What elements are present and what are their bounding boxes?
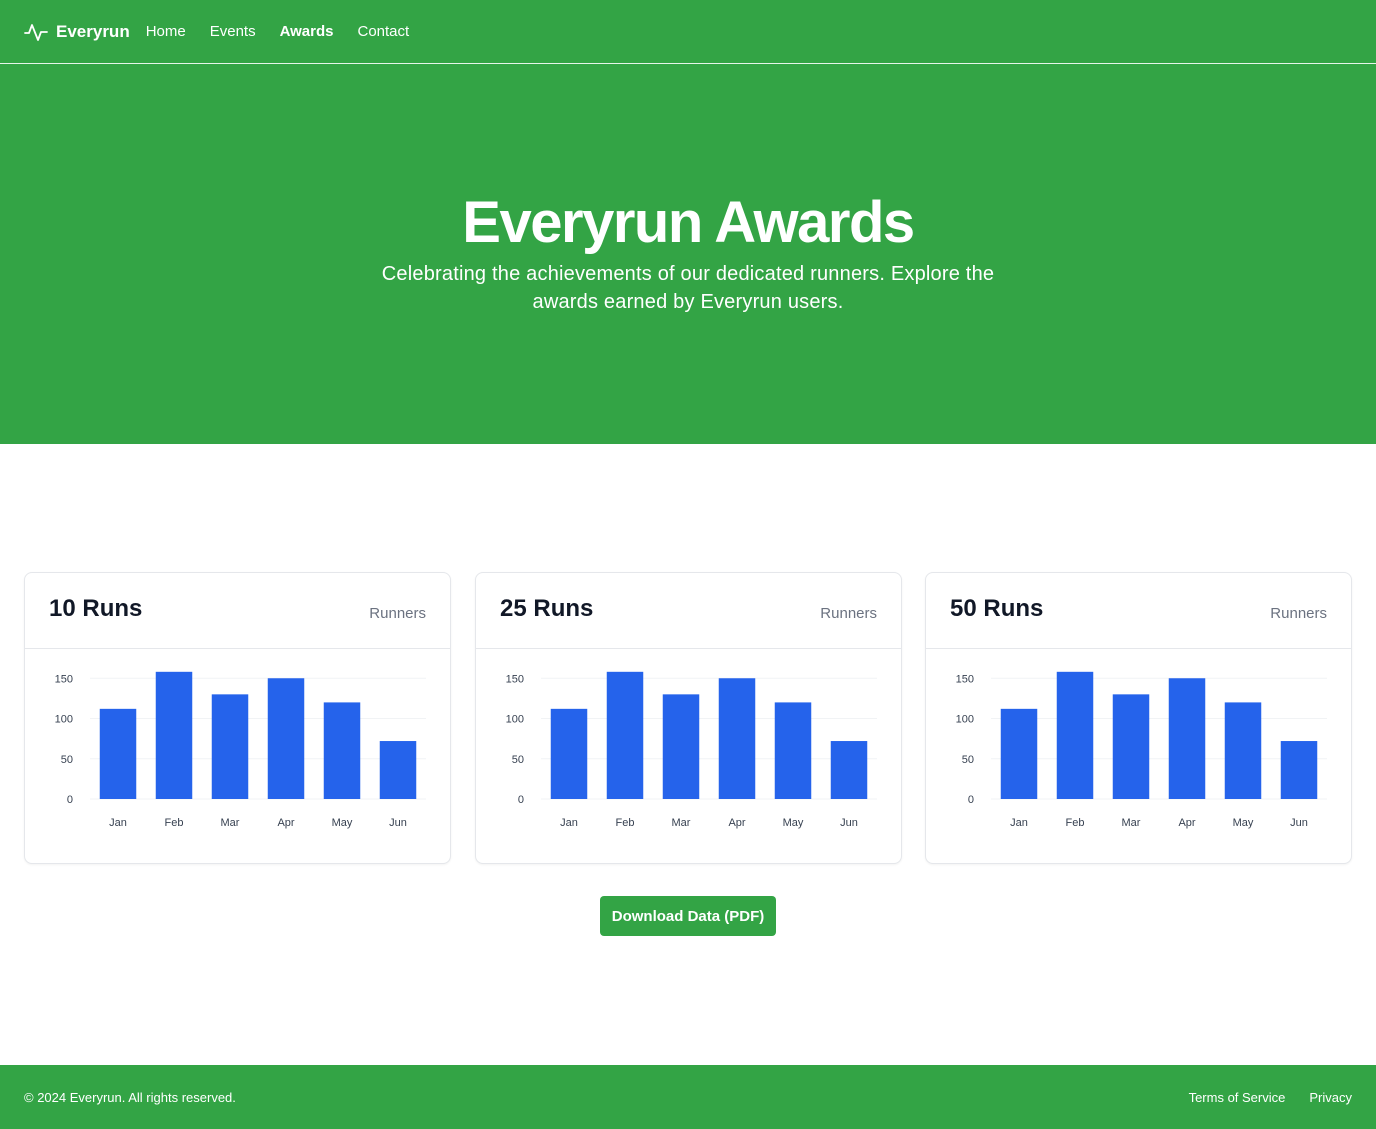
top-navigation: Everyrun Home Events Awards Contact bbox=[0, 0, 1376, 64]
x-tick-label: Jan bbox=[1010, 817, 1028, 829]
x-tick-label: Feb bbox=[165, 817, 184, 829]
x-tick-label: Jan bbox=[560, 817, 578, 829]
x-tick-label: Jun bbox=[840, 817, 858, 829]
award-card-50-runs: 50 Runs Runners 0 50 100 150 Jan Feb Mar Apr May… bbox=[925, 572, 1352, 864]
page-title: Everyrun Awards bbox=[462, 190, 915, 255]
card-header: 50 Runs Runners bbox=[926, 573, 1351, 649]
y-tick-label: 50 bbox=[61, 754, 73, 766]
y-tick-label: 100 bbox=[506, 714, 524, 726]
activity-icon bbox=[24, 23, 48, 41]
y-tick-label: 100 bbox=[55, 714, 73, 726]
card-header: 25 Runs Runners bbox=[476, 573, 901, 649]
y-tick-label: 150 bbox=[956, 673, 974, 685]
bar bbox=[211, 694, 249, 799]
bar-chart: 0 50 100 150 Jan Feb Mar Apr May Jun bbox=[506, 671, 877, 829]
y-tick-label: 0 bbox=[968, 794, 974, 806]
bar bbox=[1168, 678, 1206, 799]
download-pdf-button[interactable]: Download Data (PDF) bbox=[600, 896, 776, 936]
hero-subtitle: Celebrating the achievements of our dedi… bbox=[381, 263, 995, 313]
card-subtitle: Runners bbox=[820, 605, 877, 622]
award-card-10-runs: 10 Runs Runners 0 50 100 150 Jan Feb Mar Apr May… bbox=[24, 572, 451, 864]
bar bbox=[379, 741, 417, 799]
x-tick-label: May bbox=[783, 817, 804, 829]
hero-section: Everyrun Awards Celebrating the achievem… bbox=[0, 64, 1376, 444]
y-tick-label: 0 bbox=[518, 794, 524, 806]
brand-name: Everyrun bbox=[56, 21, 130, 41]
card-header: 10 Runs Runners bbox=[25, 573, 450, 649]
bar bbox=[550, 708, 588, 799]
bar bbox=[606, 671, 644, 799]
bar bbox=[1280, 741, 1318, 799]
y-tick-label: 150 bbox=[55, 673, 73, 685]
y-tick-label: 50 bbox=[512, 754, 524, 766]
y-tick-label: 150 bbox=[506, 673, 524, 685]
nav-link-home[interactable]: Home bbox=[146, 23, 186, 40]
x-tick-label: May bbox=[1233, 817, 1254, 829]
x-tick-label: Feb bbox=[1066, 817, 1085, 829]
bar bbox=[267, 678, 305, 799]
privacy-link[interactable]: Privacy bbox=[1309, 1090, 1352, 1105]
bar bbox=[1000, 708, 1038, 799]
award-card-25-runs: 25 Runs Runners 0 50 100 150 Jan Feb Mar Apr May… bbox=[475, 572, 902, 864]
card-subtitle: Runners bbox=[369, 605, 426, 622]
x-tick-label: Jan bbox=[109, 817, 127, 829]
y-tick-label: 100 bbox=[956, 714, 974, 726]
x-tick-label: Jun bbox=[1290, 817, 1308, 829]
y-tick-label: 50 bbox=[962, 754, 974, 766]
nav-link-events[interactable]: Events bbox=[210, 23, 256, 40]
bar bbox=[1112, 694, 1150, 799]
copyright-text: © 2024 Everyrun. All rights reserved. bbox=[24, 1089, 236, 1105]
bar bbox=[99, 708, 137, 799]
y-tick-label: 0 bbox=[67, 794, 73, 806]
bar-chart: 0 50 100 150 Jan Feb Mar Apr May Jun bbox=[55, 671, 426, 829]
card-title: 25 Runs bbox=[500, 595, 594, 622]
terms-of-service-link[interactable]: Terms of Service bbox=[1189, 1090, 1286, 1105]
bar bbox=[662, 694, 700, 799]
x-tick-label: Feb bbox=[616, 817, 635, 829]
bar bbox=[1224, 702, 1262, 799]
bar bbox=[718, 678, 756, 799]
nav-link-contact[interactable]: Contact bbox=[358, 23, 410, 40]
nav-link-awards[interactable]: Awards bbox=[280, 23, 334, 40]
bar bbox=[774, 702, 812, 799]
card-subtitle: Runners bbox=[1270, 605, 1327, 622]
x-tick-label: Apr bbox=[1178, 817, 1195, 829]
bar bbox=[1056, 671, 1094, 799]
footer: © 2024 Everyrun. All rights reserved. Te… bbox=[0, 1065, 1376, 1129]
x-tick-label: Jun bbox=[389, 817, 407, 829]
card-title: 10 Runs bbox=[49, 595, 143, 622]
x-tick-label: Mar bbox=[221, 817, 240, 829]
x-tick-label: Apr bbox=[728, 817, 745, 829]
x-tick-label: Mar bbox=[1122, 817, 1141, 829]
card-title: 50 Runs bbox=[950, 595, 1044, 622]
x-tick-label: Apr bbox=[277, 817, 294, 829]
x-tick-label: May bbox=[332, 817, 353, 829]
brand-logo[interactable]: Everyrun bbox=[24, 20, 130, 44]
x-tick-label: Mar bbox=[672, 817, 691, 829]
bar bbox=[155, 671, 193, 799]
bar-chart: 0 50 100 150 Jan Feb Mar Apr May Jun bbox=[956, 671, 1327, 829]
bar bbox=[323, 702, 361, 799]
bar bbox=[830, 741, 868, 799]
